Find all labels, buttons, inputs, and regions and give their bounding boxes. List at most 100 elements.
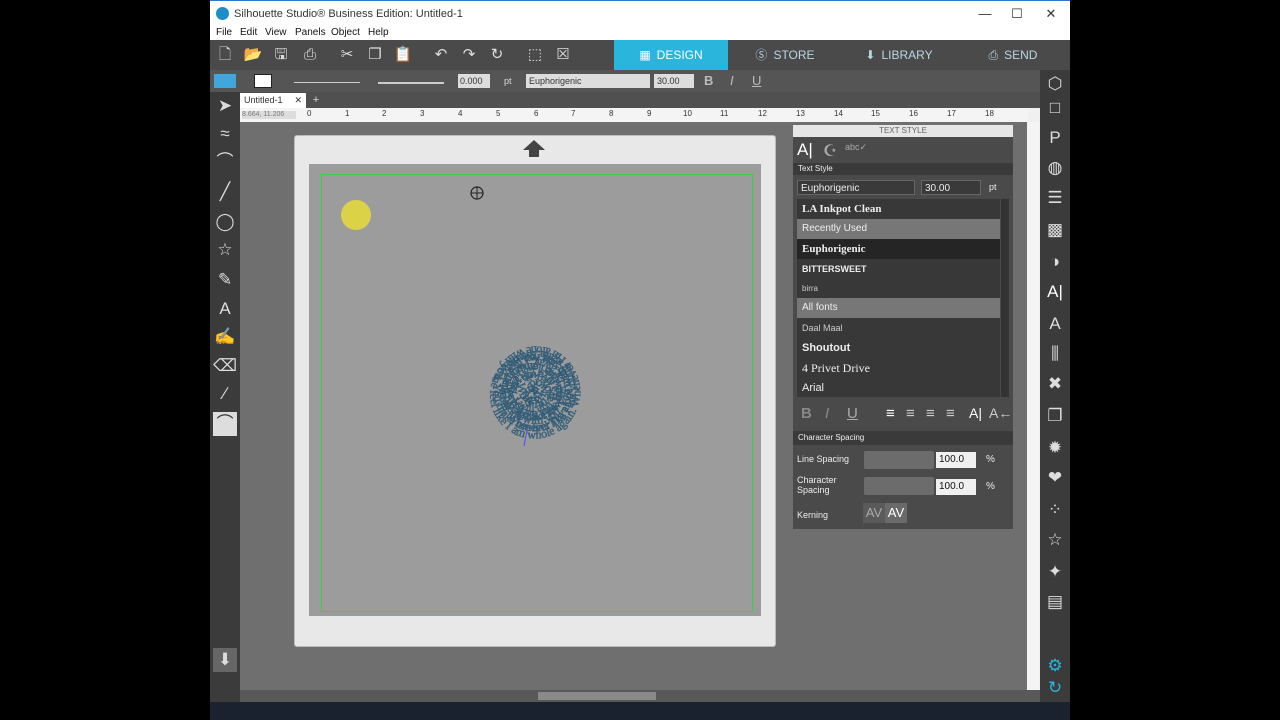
font-list-scrollbar[interactable]: [1001, 199, 1009, 397]
line-width-dropdown[interactable]: [378, 74, 444, 84]
library-star-icon[interactable]: ☆: [1043, 528, 1067, 552]
horizontal-scrollbar[interactable]: [240, 690, 1040, 702]
layers-icon[interactable]: ▤: [1043, 590, 1067, 614]
transform-icon[interactable]: ✖: [1043, 372, 1067, 396]
fill-color-swatch[interactable]: [214, 74, 236, 88]
line-spacing-slider[interactable]: [864, 451, 934, 469]
spiral-text-svg[interactable]: Whenever I'm alone with you, You make me…: [309, 164, 761, 616]
open-icon[interactable]: 📂: [242, 45, 264, 65]
point-edit-icon[interactable]: ≈: [213, 122, 237, 146]
draw-icon[interactable]: ✍: [213, 325, 237, 349]
maximize-button[interactable]: ☐: [1000, 5, 1034, 23]
save-icon[interactable]: 🖫: [270, 45, 292, 65]
doc-tab-close-icon[interactable]: ✕: [294, 93, 302, 108]
font-item-arial[interactable]: Arial: [797, 378, 1000, 398]
refresh-icon[interactable]: ↻: [486, 45, 508, 65]
new-icon[interactable]: 🗋: [214, 45, 236, 65]
font-item-shoutout[interactable]: Shoutout: [797, 338, 1000, 358]
cut-icon[interactable]: ✂: [336, 45, 358, 65]
character-spacing-slider[interactable]: [864, 477, 934, 495]
spellcheck-tab-icon[interactable]: abc✓: [845, 142, 867, 153]
panel-bold-icon[interactable]: B: [801, 405, 812, 422]
settings-gear-icon[interactable]: ⚙: [1043, 654, 1067, 678]
align-panel-icon[interactable]: ⫼: [1043, 342, 1067, 366]
text-style-icon[interactable]: A|: [1043, 280, 1067, 304]
line-width-input[interactable]: 0.000: [458, 74, 490, 88]
line-style-icon[interactable]: ☰: [1043, 186, 1067, 210]
menu-help[interactable]: Help: [368, 26, 389, 40]
eyedropper-icon[interactable]: ⌒: [213, 412, 237, 436]
rhinestone-icon[interactable]: ⁘: [1043, 498, 1067, 522]
paste-icon[interactable]: 📋: [392, 45, 414, 65]
knife-icon[interactable]: ∕: [213, 382, 237, 406]
panel-italic-icon[interactable]: I: [825, 405, 829, 422]
font-item-euphorigenic[interactable]: Euphorigenic: [797, 239, 1000, 259]
align-justify-icon[interactable]: ≡: [946, 405, 955, 422]
tab-store[interactable]: Ⓢ STORE: [728, 40, 842, 70]
print-icon[interactable]: ⎙: [299, 45, 321, 65]
font-item-bittersweet[interactable]: BITTERSWEET: [797, 259, 1000, 279]
font-list[interactable]: LA Inkpot Clean Recently Used Euphorigen…: [797, 199, 1000, 397]
copy-icon[interactable]: ❐: [364, 45, 386, 65]
palette-icon[interactable]: ◍: [1043, 156, 1067, 180]
tab-library[interactable]: ⬇ LIBRARY: [842, 40, 956, 70]
font-item-la-inkpot-clean[interactable]: LA Inkpot Clean: [797, 199, 1000, 219]
text-direction-icon[interactable]: A|: [969, 405, 982, 421]
bold-icon[interactable]: B: [704, 74, 713, 88]
add-doc-tab-icon[interactable]: +: [310, 94, 322, 106]
line-spacing-input[interactable]: 100.0: [936, 452, 976, 468]
font-item-birra[interactable]: birra: [797, 279, 1000, 299]
menu-view[interactable]: View: [265, 26, 287, 40]
panel-underline-icon[interactable]: U: [847, 405, 858, 422]
font-select[interactable]: Euphorigenic: [526, 74, 650, 88]
kerning-off-button[interactable]: AV: [863, 503, 885, 523]
font-item-daal-maal[interactable]: Daal Maal: [797, 318, 1000, 338]
fill-pattern-icon[interactable]: ▩: [1043, 218, 1067, 242]
pixscan-icon[interactable]: P: [1043, 126, 1067, 150]
doc-tab-untitled[interactable]: Untitled-1 ✕: [240, 93, 306, 108]
menu-edit[interactable]: Edit: [240, 26, 257, 40]
underline-icon[interactable]: U: [752, 74, 761, 88]
align-right-icon[interactable]: ≡: [926, 405, 935, 422]
undo-icon[interactable]: ↶: [430, 45, 452, 65]
redo-icon[interactable]: ↷: [458, 45, 480, 65]
eraser-icon[interactable]: ⌫: [213, 354, 237, 378]
line-color-swatch[interactable]: [254, 74, 272, 88]
align-left-icon[interactable]: ≡: [886, 405, 895, 422]
ellipse-icon[interactable]: ◯: [213, 210, 237, 234]
puzzle-icon[interactable]: ✦: [1043, 560, 1067, 584]
line-tool-icon[interactable]: ╱: [213, 180, 237, 204]
tab-send[interactable]: ⎙ SEND: [956, 40, 1070, 70]
line-style-dropdown[interactable]: [294, 74, 360, 83]
trace-icon[interactable]: ❤: [1043, 466, 1067, 490]
text-on-path-icon[interactable]: A←: [989, 405, 1012, 421]
font-name-input[interactable]: Euphorigenic: [797, 180, 915, 195]
font-size-field[interactable]: 30.00: [921, 180, 981, 195]
menu-panels[interactable]: Panels: [295, 26, 326, 40]
minimize-button[interactable]: —: [968, 5, 1002, 23]
curve-icon[interactable]: ⌒: [213, 150, 237, 174]
character-spacing-input[interactable]: 100.0: [936, 479, 976, 495]
text-style-tab-icon[interactable]: A|: [797, 140, 813, 160]
page-setup-icon[interactable]: □: [1043, 96, 1067, 120]
scrollbar-thumb[interactable]: [538, 692, 656, 700]
star-tool-icon[interactable]: ☆: [213, 238, 237, 262]
kerning-on-button[interactable]: AV: [885, 503, 907, 523]
align-center-icon[interactable]: ≡: [906, 405, 915, 422]
select-all-icon[interactable]: ⬚: [524, 45, 546, 65]
font-tab-icon[interactable]: ☪: [823, 141, 837, 161]
text-on-path-panel-icon[interactable]: A: [1043, 312, 1067, 336]
refresh-panel-icon[interactable]: ↻: [1043, 676, 1067, 700]
italic-icon[interactable]: I: [730, 74, 734, 88]
pencil-icon[interactable]: ✎: [213, 268, 237, 292]
close-button[interactable]: ✕: [1034, 5, 1068, 23]
font-size-input[interactable]: 30.00: [654, 74, 694, 88]
replicate-icon[interactable]: ❐: [1043, 404, 1067, 428]
font-item-4-privet-drive[interactable]: 4 Privet Drive: [797, 358, 1000, 378]
select-pointer-icon[interactable]: ➤: [213, 94, 237, 118]
text-tool-icon[interactable]: A: [213, 297, 237, 321]
menu-object[interactable]: Object: [331, 26, 360, 40]
import-icon[interactable]: ⬇: [213, 648, 237, 672]
tab-design[interactable]: ▦ DESIGN: [614, 40, 728, 70]
deselect-icon[interactable]: ☒: [552, 45, 574, 65]
